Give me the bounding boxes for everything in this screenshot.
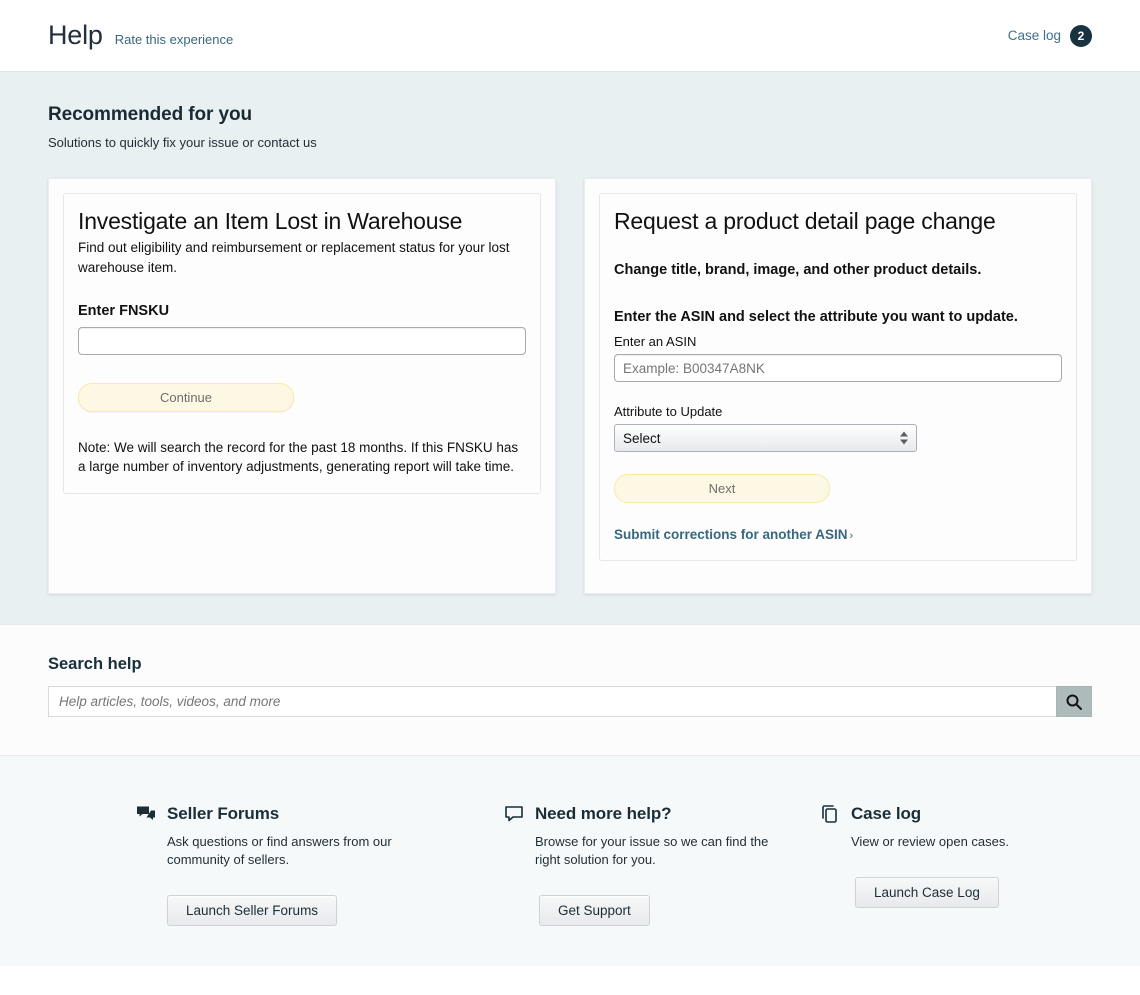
card-description: Find out eligibility and reimbursement o… bbox=[78, 240, 510, 275]
page-header: Help Rate this experience Case log 2 bbox=[0, 0, 1140, 72]
card-inner-panel: Investigate an Item Lost in Warehouse Fi… bbox=[63, 193, 541, 494]
header-left-group: Help Rate this experience bbox=[48, 22, 233, 49]
search-row bbox=[48, 686, 1092, 717]
footer-description: View or review open cases. bbox=[851, 834, 1010, 849]
get-support-button[interactable]: Get Support bbox=[539, 895, 650, 927]
submit-corrections-link[interactable]: Submit corrections for another ASIN › bbox=[614, 527, 853, 542]
next-button[interactable]: Next bbox=[614, 474, 830, 504]
footer-title: Need more help? bbox=[535, 804, 672, 823]
recommended-title: Recommended for you bbox=[48, 104, 252, 125]
speech-bubble-icon bbox=[505, 806, 523, 822]
submit-corrections-label: Submit corrections for another ASIN bbox=[614, 527, 848, 543]
case-log-link[interactable]: Case log bbox=[1008, 28, 1061, 43]
card-heading: Investigate an Item Lost in Warehouse bbox=[78, 208, 463, 234]
card-instruction: Enter the ASIN and select the attribute … bbox=[614, 309, 1018, 326]
footer-title: Case log bbox=[851, 804, 922, 823]
rate-experience-link[interactable]: Rate this experience bbox=[115, 32, 234, 47]
card-inner-panel: Request a product detail page change Cha… bbox=[599, 193, 1077, 562]
page-title: Help bbox=[48, 20, 103, 50]
footer-heading-row: Case log bbox=[820, 804, 1092, 824]
attribute-field-label: Attribute to Update bbox=[614, 404, 723, 420]
recommended-subtitle: Solutions to quickly fix your issue or c… bbox=[48, 135, 317, 150]
recommended-section: Recommended for you Solutions to quickly… bbox=[0, 72, 1140, 624]
footer-column-seller-forums: Seller Forums Ask questions or find answ… bbox=[48, 804, 408, 927]
search-submit-button[interactable] bbox=[1056, 686, 1092, 717]
search-title: Search help bbox=[48, 655, 142, 673]
recommended-cards: Investigate an Item Lost in Warehouse Fi… bbox=[48, 178, 1092, 594]
footer-heading-row: Seller Forums bbox=[136, 804, 408, 824]
fnsku-field-label: Enter FNSKU bbox=[78, 302, 170, 319]
chevron-right-icon: › bbox=[849, 530, 854, 543]
footer-heading-row: Need more help? bbox=[504, 804, 776, 824]
case-log-count-badge: 2 bbox=[1070, 24, 1092, 47]
search-section: Search help bbox=[0, 624, 1140, 756]
launch-case-log-button[interactable]: Launch Case Log bbox=[855, 877, 999, 909]
footer-columns: Seller Forums Ask questions or find answ… bbox=[48, 804, 1092, 927]
attribute-select[interactable]: Select bbox=[614, 424, 917, 453]
fnsku-note: Note: We will search the record for the … bbox=[78, 439, 519, 475]
fnsku-input[interactable] bbox=[78, 326, 526, 355]
forums-chat-icon bbox=[137, 806, 155, 820]
launch-seller-forums-button[interactable]: Launch Seller Forums bbox=[167, 895, 338, 927]
copy-documents-icon bbox=[822, 805, 837, 823]
continue-button[interactable]: Continue bbox=[78, 382, 294, 412]
footer-column-case-log: Case log View or review open cases. Laun… bbox=[776, 804, 1092, 926]
card-subheading: Change title, brand, image, and other pr… bbox=[614, 262, 982, 279]
footer-title: Seller Forums bbox=[167, 804, 280, 823]
footer-description: Ask questions or find answers from our c… bbox=[167, 834, 392, 868]
search-input[interactable] bbox=[48, 686, 1056, 717]
card-heading: Request a product detail page change bbox=[614, 208, 996, 234]
card-product-detail-change: Request a product detail page change Cha… bbox=[584, 178, 1092, 594]
card-investigate-lost-item: Investigate an Item Lost in Warehouse Fi… bbox=[48, 178, 556, 594]
help-page: Help Rate this experience Case log 2 Rec… bbox=[0, 0, 1140, 995]
footer-section: Seller Forums Ask questions or find answ… bbox=[0, 756, 1140, 967]
footer-column-need-more-help: Need more help? Browse for your issue so… bbox=[408, 804, 776, 927]
asin-field-label: Enter an ASIN bbox=[614, 334, 697, 350]
attribute-select-wrapper: Select bbox=[614, 424, 917, 453]
asin-input[interactable] bbox=[614, 354, 1062, 383]
header-right-group: Case log 2 bbox=[1008, 24, 1092, 47]
search-icon bbox=[1066, 694, 1082, 710]
footer-description: Browse for your issue so we can find the… bbox=[535, 834, 769, 868]
